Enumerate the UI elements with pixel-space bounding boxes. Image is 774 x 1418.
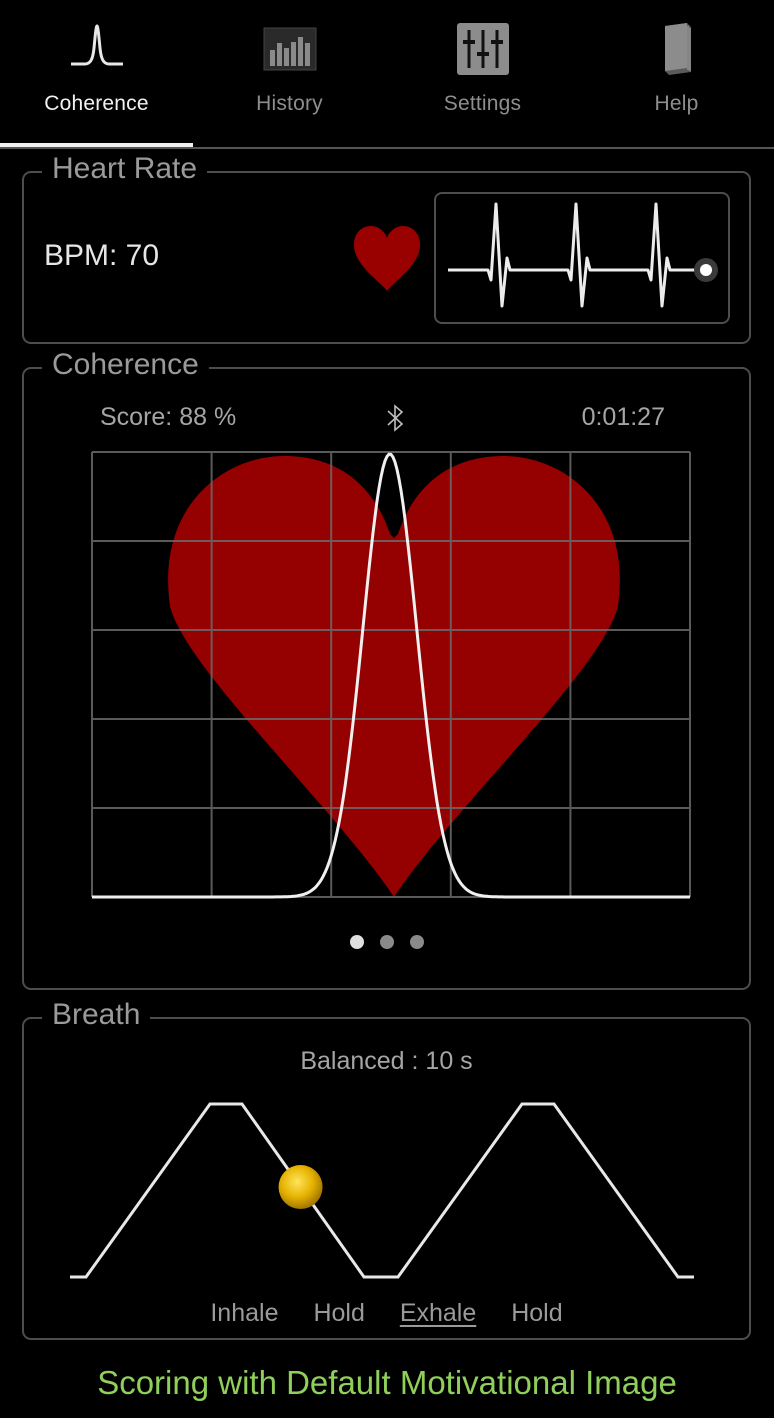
book-icon	[664, 23, 691, 75]
tab-history[interactable]: History	[193, 0, 386, 147]
coherence-chart	[91, 451, 691, 899]
breath-wave	[70, 1102, 694, 1279]
bluetooth-icon	[387, 404, 404, 432]
breath-phase-labels: Inhale Hold Exhale Hold	[24, 1299, 749, 1328]
phase-hold-in: Hold	[313, 1299, 365, 1327]
tab-label: Help	[654, 92, 699, 115]
session-timer: 0:01:27	[581, 403, 665, 431]
coherence-peak-icon	[70, 24, 123, 66]
caption: Scoring with Default Motivational Image	[97, 1364, 677, 1401]
page-indicator	[24, 935, 749, 951]
tab-label: Coherence	[44, 92, 149, 115]
coherence-panel: Coherence Score: 88 % 0:01:27	[22, 347, 751, 990]
page-dot[interactable]	[349, 935, 364, 949]
coherence-title: Coherence	[42, 347, 209, 383]
breath-panel: Breath Balanced : 10 s Inhale Hold Exhal…	[22, 997, 751, 1340]
tab-label: History	[256, 92, 323, 115]
motivational-heart-image	[168, 456, 620, 897]
breath-pacer	[70, 1102, 694, 1279]
ecg-monitor	[434, 192, 730, 324]
page-dot[interactable]	[409, 935, 424, 949]
bar-chart-icon	[263, 27, 316, 71]
heart-icon	[353, 226, 421, 291]
page-dot[interactable]	[379, 935, 394, 949]
ecg-waveform	[448, 202, 718, 308]
heart-rate-title: Heart Rate	[42, 151, 208, 187]
tab-settings[interactable]: Settings	[386, 0, 579, 147]
heart-rate-panel: Heart Rate BPM: 70	[22, 151, 751, 344]
coherence-score: Score: 88 %	[100, 403, 237, 431]
tab-label: Settings	[443, 92, 522, 115]
phase-inhale: Inhale	[210, 1299, 279, 1327]
phase-exhale: Exhale	[399, 1299, 477, 1327]
breath-pacer-ball	[278, 1165, 323, 1210]
ecg-cursor-dot	[700, 264, 712, 276]
phase-hold-out: Hold	[511, 1299, 563, 1327]
bpm-readout: BPM: 70	[44, 239, 160, 272]
sliders-icon	[456, 23, 509, 75]
tab-coherence[interactable]: Coherence	[0, 0, 193, 147]
tab-divider	[0, 147, 774, 149]
tab-help[interactable]: Help	[580, 0, 773, 147]
